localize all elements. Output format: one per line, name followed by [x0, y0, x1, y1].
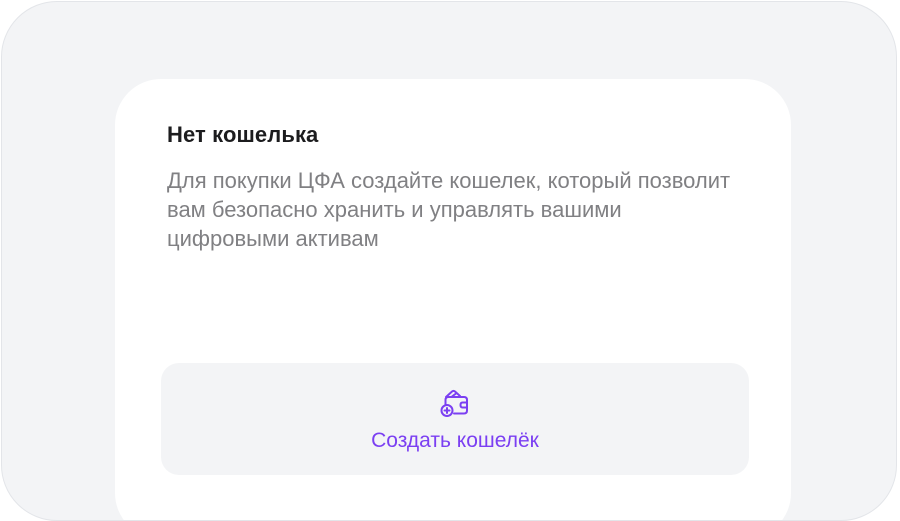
- no-wallet-card: Нет кошелька Для покупки ЦФА создайте ко…: [115, 79, 791, 520]
- card-description: Для покупки ЦФА создайте кошелек, которы…: [167, 168, 731, 251]
- create-wallet-button[interactable]: Создать кошелёк: [161, 363, 749, 475]
- create-wallet-label: Создать кошелёк: [371, 429, 539, 452]
- wallet-add-icon: [440, 389, 468, 417]
- card-title: Нет кошелька: [167, 122, 319, 147]
- screen-frame: Нет кошелька Для покупки ЦФА создайте ко…: [1, 1, 897, 521]
